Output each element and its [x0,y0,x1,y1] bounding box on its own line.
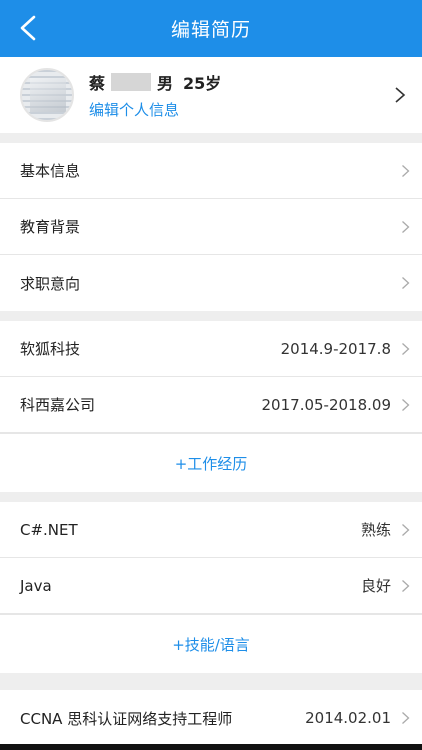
profile-gender: 男 [157,74,174,93]
row-education[interactable]: 教育背景 [0,199,422,255]
redacted-name [111,73,152,91]
page-title: 编辑简历 [170,19,251,41]
row-work-2[interactable]: 科西嘉公司 2017.05-2018.09 [0,377,422,433]
row-value: 2014.02.01 [305,709,391,727]
basic-section: 基本信息 教育背景 求职意向 [0,143,422,311]
back-arrow-icon [20,15,36,41]
row-basic-info[interactable]: 基本信息 [0,143,422,199]
add-skill-button[interactable]: +技能/语言 [0,614,422,673]
avatar[interactable] [20,68,74,122]
row-label: 科西嘉公司 [20,396,96,414]
row-label: Java [20,576,52,595]
row-label: CCNA 思科认证网络支持工程师 [20,709,233,728]
chevron-right-icon [402,579,410,592]
row-value: 良好 [360,577,391,595]
header-bar: 编辑简历 [0,0,422,57]
row-label: 软狐科技 [20,340,81,358]
back-button[interactable] [8,8,48,48]
row-job-intent[interactable]: 求职意向 [0,255,422,311]
profile-surname: 蔡 [89,74,106,93]
skills-section: C#.NET 熟练 Java 良好 +技能/语言 [0,502,422,673]
row-label: 基本信息 [20,162,81,180]
work-section: 软狐科技 2014.9-2017.8 科西嘉公司 2017.05-2018.09… [0,321,422,492]
chevron-right-icon [402,220,410,233]
row-cert-1[interactable]: CCNA 思科认证网络支持工程师 2014.02.01 [0,690,422,746]
bottom-edge [0,744,422,750]
chevron-right-icon [402,398,410,411]
row-label: 求职意向 [20,274,81,293]
row-value: 熟练 [360,521,391,539]
profile-age: 25岁 [183,74,222,93]
chevron-right-icon [402,342,410,355]
row-label: 教育背景 [20,218,81,236]
row-skill-2[interactable]: Java 良好 [0,558,422,614]
chevron-right-icon [402,712,410,724]
row-skill-1[interactable]: C#.NET 熟练 [0,502,422,558]
row-value: 2014.9-2017.8 [280,339,391,358]
row-value: 2017.05-2018.09 [261,395,391,414]
profile-card[interactable]: 蔡 男 25岁 编辑个人信息 [0,57,422,133]
chevron-right-icon [402,164,410,177]
row-work-1[interactable]: 软狐科技 2014.9-2017.8 [0,321,422,377]
edit-profile-link[interactable]: 编辑个人信息 [89,99,394,120]
row-label: C#.NET [20,520,78,539]
chevron-right-icon [402,277,410,289]
cert-section: CCNA 思科认证网络支持工程师 2014.02.01 [0,690,422,746]
chevron-right-icon [402,523,410,536]
chevron-right-icon[interactable] [394,86,406,104]
add-work-button[interactable]: +工作经历 [0,433,422,492]
